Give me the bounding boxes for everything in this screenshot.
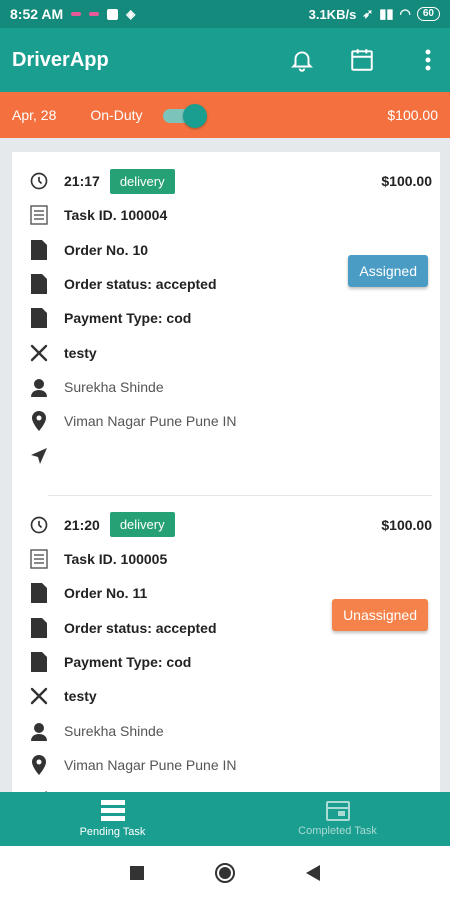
task-time: 21:20 — [64, 516, 100, 533]
address-row: Viman Nagar Pune Pune IN — [28, 404, 432, 438]
list-doc-icon — [30, 549, 48, 569]
back-icon[interactable] — [306, 865, 320, 881]
recents-icon[interactable] — [130, 866, 144, 880]
task-id-row: Task ID. 100005 — [28, 542, 432, 576]
order-status: Order status: accepted — [64, 619, 217, 636]
wifi-icon: ◠ — [399, 6, 411, 21]
cutlery-icon — [30, 344, 48, 361]
tab-pending-task[interactable]: Pending Task — [0, 792, 225, 846]
task-price: $100.00 — [381, 516, 432, 533]
file-icon — [31, 652, 47, 672]
task-header-row: 21:17 delivery $100.00 — [28, 164, 432, 198]
order-number: Order No. 10 — [64, 241, 149, 258]
file-icon — [31, 274, 47, 295]
notification-icon — [71, 12, 82, 16]
status-bar: 8:52 AM ◈ 3.1KB/s ➶ ▮▮ ◠ 60 — [0, 0, 450, 28]
tab-label: Completed Task — [298, 825, 377, 837]
file-icon — [31, 583, 47, 604]
app-notification-icon — [107, 8, 119, 20]
signal-icon: ▮▮ — [379, 6, 394, 21]
task-id: Task ID. 100004 — [64, 207, 168, 224]
address-row: Viman Nagar Pune Pune IN — [28, 748, 432, 782]
tab-label: Pending Task — [79, 826, 146, 838]
home-icon[interactable] — [214, 862, 236, 884]
task-header-row: 21:20 delivery $100.00 — [28, 508, 432, 542]
bell-icon — [290, 51, 314, 72]
duty-date: Apr, 28 — [12, 107, 57, 123]
task-id: Task ID. 100005 — [64, 551, 168, 568]
location-pin-icon — [32, 411, 46, 432]
task-id-row: Task ID. 100004 — [28, 198, 432, 232]
list-icon — [100, 800, 125, 821]
restaurant-name: testy — [64, 344, 97, 361]
app-title: DriverApp — [12, 48, 109, 71]
payment-type: Payment Type: cod — [64, 654, 192, 670]
notifications-button[interactable] — [282, 40, 322, 80]
assignment-status-button[interactable]: Assigned — [348, 255, 428, 287]
task-card[interactable]: 21:20 delivery $100.00 Task ID. 100005 O… — [12, 496, 440, 792]
on-duty-toggle[interactable] — [162, 104, 207, 128]
duty-status-label: On-Duty — [90, 107, 143, 123]
order-status: Order status: accepted — [64, 276, 217, 293]
restaurant-row: testy — [28, 679, 432, 713]
person-icon — [31, 378, 47, 397]
customer-name: Surekha Shinde — [64, 722, 164, 739]
clock-icon — [30, 172, 48, 190]
restaurant-row: testy — [28, 335, 432, 369]
restaurant-name: testy — [64, 688, 97, 705]
app-bar: DriverApp — [0, 28, 450, 92]
more-vert-icon — [425, 49, 431, 71]
task-time: 21:17 — [64, 173, 100, 190]
navigate-row — [28, 782, 432, 792]
file-icon — [31, 239, 47, 260]
system-navigation-bar — [0, 846, 450, 900]
assignment-status-button[interactable]: Unassigned — [332, 598, 428, 631]
cutlery-icon — [30, 688, 48, 705]
status-time: 8:52 AM — [10, 6, 64, 22]
bottom-navigation: Pending Task Completed Task — [0, 792, 450, 846]
customer-name: Surekha Shinde — [64, 378, 164, 395]
duty-amount: $100.00 — [387, 107, 438, 123]
network-speed: 3.1KB/s — [308, 6, 357, 22]
task-card[interactable]: 21:17 delivery $100.00 Task ID. 100004 O… — [12, 152, 440, 496]
order-number: Order No. 11 — [64, 585, 148, 602]
payment-type: Payment Type: cod — [64, 310, 192, 327]
task-list[interactable]: 21:17 delivery $100.00 Task ID. 100004 O… — [12, 152, 440, 792]
delivery-address: Viman Nagar Pune Pune IN — [64, 413, 237, 430]
list-doc-icon — [30, 205, 48, 226]
navigate-row — [28, 438, 432, 472]
customer-row: Surekha Shinde — [28, 370, 432, 404]
person-icon — [31, 722, 47, 741]
payment-type-row: Payment Type: cod — [28, 645, 432, 679]
location-icon: ➶ — [362, 6, 374, 21]
clock-icon — [30, 516, 48, 534]
file-icon — [31, 617, 47, 638]
navigation-arrow-icon — [31, 447, 47, 464]
battery-icon: 60 — [416, 7, 440, 21]
toggle-knob — [182, 104, 207, 128]
payment-type-row: Payment Type: cod — [28, 301, 432, 335]
tab-completed-task[interactable]: Completed Task — [225, 792, 450, 846]
calendar-icon — [351, 49, 373, 71]
customer-row: Surekha Shinde — [28, 713, 432, 747]
calendar-button[interactable] — [342, 40, 382, 80]
notification-icon — [89, 12, 100, 16]
task-type-badge: delivery — [109, 168, 175, 194]
overflow-menu-button[interactable] — [418, 40, 438, 80]
location-pin-icon — [32, 754, 46, 775]
task-type-badge: delivery — [109, 512, 175, 538]
delivery-address: Viman Nagar Pune Pune IN — [64, 756, 237, 773]
task-price: $100.00 — [381, 173, 432, 190]
navigate-button[interactable] — [28, 445, 50, 467]
file-icon — [31, 308, 47, 329]
card-icon — [325, 801, 350, 821]
diamond-icon: ◈ — [126, 7, 136, 21]
duty-bar: Apr, 28 On-Duty $100.00 — [0, 92, 450, 138]
